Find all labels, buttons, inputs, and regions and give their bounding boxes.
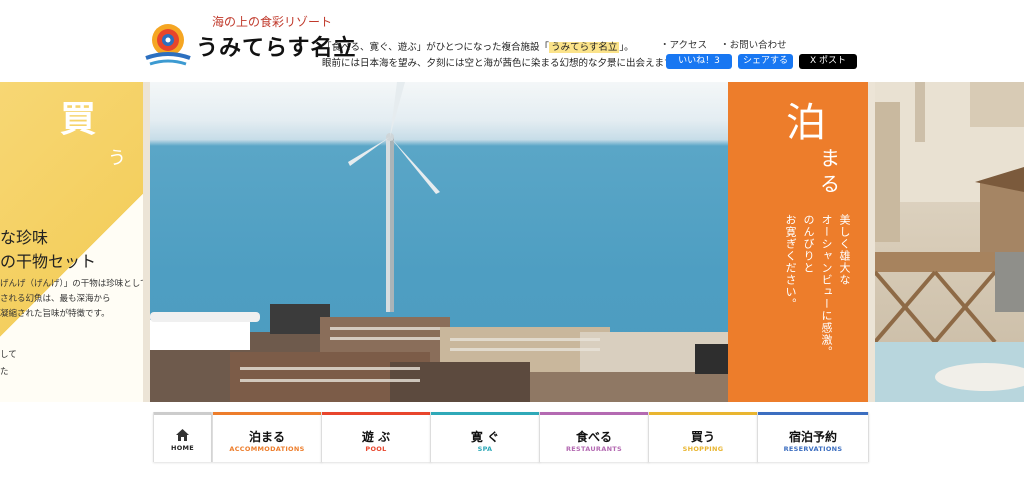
intro-line1-end: 」。 — [619, 42, 634, 53]
nav-restaurants-sub: RESTAURANTS — [565, 445, 623, 453]
shopping-heading-1: な珍味 — [0, 228, 49, 247]
stay-title-sub1: ま — [820, 146, 840, 170]
contact-link[interactable]: ・お問い合わせ — [720, 40, 787, 51]
nav-accommodations-sub: ACCOMMODATIONS — [229, 445, 305, 453]
nav-spa-sub: SPA — [477, 445, 493, 453]
nav-home-accent — [154, 412, 211, 415]
logo-tagline: 海の上の食彩リゾート — [212, 15, 333, 29]
access-link[interactable]: ・アクセス — [660, 40, 707, 51]
stay-text-col-2: オーシャンビューに感激。 — [820, 214, 833, 358]
nav-spa-accent — [431, 412, 539, 415]
nav-pool-label: 遊 ぶ — [361, 430, 391, 444]
nav-shopping-label: 買う — [690, 430, 715, 444]
intro-line1-start: 「食べる、寛ぐ、遊ぶ」がひとつになった複合施設「 — [322, 42, 550, 53]
hero-slider[interactable]: 買 う な珍味 の干物セット げんげ（げんげ）」の干物は珍味として逸品です。 さ… — [0, 82, 1024, 402]
slide-spa-photo[interactable] — [875, 82, 1024, 402]
home-icon — [176, 429, 189, 441]
shopping-title: 買 — [60, 98, 97, 140]
nav-reservations-label: 宿泊予約 — [788, 430, 837, 444]
shopping-extra-text: して た — [0, 350, 17, 377]
nav-reservations-sub: RESERVATIONS — [783, 445, 843, 453]
intro-line2: 眼前には日本海を望み、夕刻には空と海が茜色に染まる幻想的な夕景に出会えます。 — [322, 58, 683, 69]
nav-restaurants-accent — [540, 412, 648, 415]
hero-illustration — [150, 82, 756, 402]
facebook-like-button[interactable]: いいね！3 — [666, 54, 732, 69]
shopping-description: げんげ（げんげ）」の干物は珍味として逸品です。 される幻魚は、最も深海から 凝縮… — [0, 279, 143, 319]
shopping-title-sub: う — [108, 148, 126, 169]
nav-home-label: HOME — [170, 444, 195, 452]
shopping-heading-2: の干物セット — [0, 252, 97, 271]
nav-reservations[interactable]: 宿泊予約 RESERVATIONS — [757, 412, 869, 462]
sun-swirl-logo-icon — [145, 24, 191, 66]
nav-shopping-accent — [649, 412, 757, 415]
nav-shopping[interactable]: 買う SHOPPING — [648, 412, 758, 462]
nav-accommodations[interactable]: 泊まる ACCOMMODATIONS — [212, 412, 322, 462]
site-header: 海の上の食彩リゾート うみてらす名立 「食べる、寛ぐ、遊ぶ」がひとつになった複合… — [0, 0, 1024, 82]
main-navigation: HOME 泊まる ACCOMMODATIONS 遊 ぶ POOL 寛 ぐ SPA… — [153, 412, 869, 462]
top-links: ・アクセス ・お問い合わせ — [660, 37, 797, 51]
hero-photo-wind-turbine — [150, 82, 756, 402]
stay-title: 泊 — [786, 100, 826, 146]
nav-pool[interactable]: 遊 ぶ POOL — [321, 412, 431, 462]
facebook-share-button[interactable]: シェアする — [738, 54, 793, 69]
nav-accommodations-label: 泊まる — [248, 430, 285, 444]
nav-restaurants[interactable]: 食べる RESTAURANTS — [539, 412, 649, 462]
slide-shopping[interactable]: 買 う な珍味 の干物セット げんげ（げんげ）」の干物は珍味として逸品です。 さ… — [0, 82, 143, 402]
nav-spa-label: 寛 ぐ — [470, 430, 500, 444]
stay-title-sub2: る — [820, 172, 840, 196]
nav-pool-sub: POOL — [365, 445, 387, 453]
spa-illustration — [875, 82, 1024, 402]
nav-home[interactable]: HOME — [153, 412, 212, 462]
x-post-button[interactable]: X ポスト — [799, 54, 857, 69]
stay-text-col-4: お寛ぎください。 — [784, 214, 797, 310]
nav-pool-accent — [322, 412, 430, 415]
stay-text-col-1: 美しく雄大な — [838, 214, 851, 286]
nav-restaurants-label: 食べる — [575, 430, 612, 444]
nav-shopping-sub: SHOPPING — [682, 445, 724, 453]
nav-accommodations-accent — [213, 412, 321, 415]
nav-spa[interactable]: 寛 ぐ SPA — [430, 412, 540, 462]
intro-text: 「食べる、寛ぐ、遊ぶ」がひとつになった複合施設「 うみてらす名立」。 眼前には日本… — [322, 40, 682, 72]
stay-text-col-3: のんびりと — [802, 214, 815, 274]
intro-highlight: うみてらす名立 — [549, 42, 620, 53]
slide-accommodations[interactable]: 泊 ま る 美しく雄大な オーシャンビューに感激。 のんびりと お寛ぎください。 — [728, 82, 868, 402]
nav-reservations-accent — [758, 412, 868, 415]
